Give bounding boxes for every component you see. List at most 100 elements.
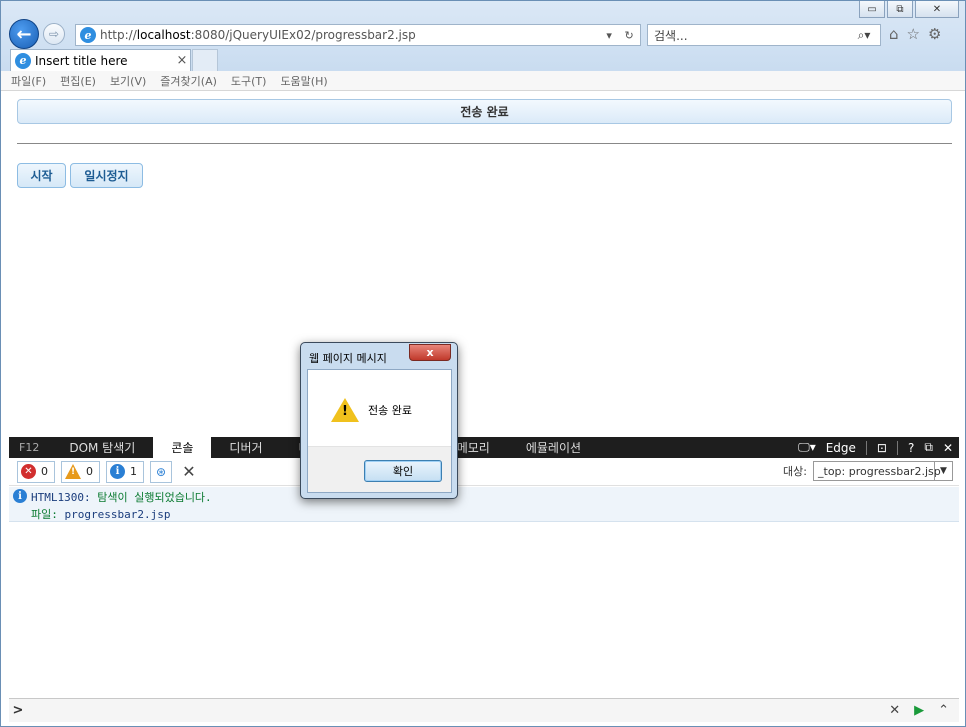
close-window-button[interactable]: ✕ [915, 1, 959, 18]
window-controls: ▭ ⧉ ✕ [859, 1, 959, 18]
page-content: 전송 완료 시작 일시정지 [1, 92, 965, 437]
tab-dom-explorer[interactable]: DOM 탐색기 [51, 437, 153, 458]
tab-emulation[interactable]: 에뮬레이션 [508, 437, 599, 458]
console-prompt: > [12, 703, 24, 718]
home-icon[interactable]: ⌂ [889, 25, 899, 43]
error-count: 0 [41, 465, 48, 478]
browser-right-icons: ⌂ ☆ ⚙ [889, 25, 941, 43]
devtools-tab-bar: F12 DOM 탐색기 콘솔 디버거 네트 일러 메모리 에뮬레이션 🖵▾ Ed… [9, 437, 959, 458]
forward-arrow-icon: ⇨ [48, 27, 60, 41]
dropdown-arrow-icon[interactable]: ▾ [606, 29, 612, 42]
menu-item-edit[interactable]: 편집(E) [60, 73, 96, 89]
expand-icon[interactable]: ⌃ [938, 703, 949, 718]
separator [865, 440, 867, 455]
console-input-bar[interactable]: > ✕ ▶ ⌃ [9, 698, 959, 722]
close-devtools-icon[interactable]: ✕ [943, 441, 953, 455]
clear-on-navigate-button[interactable]: ⊛ [150, 460, 172, 483]
console-input-actions: ✕ ▶ ⌃ [889, 703, 949, 718]
console-toggle-icon[interactable]: ⊡ [877, 441, 887, 455]
device-emulation-icon[interactable]: 🖵▾ [798, 440, 816, 455]
address-tools: ▾ ↻ [600, 29, 640, 42]
favorites-star-icon[interactable]: ☆ [907, 25, 920, 43]
address-bar[interactable]: e http://localhost:8080/jQueryUIEx02/pro… [75, 24, 641, 46]
run-icon[interactable]: ▶ [914, 703, 924, 718]
clear-on-navigate-icon: ⊛ [155, 464, 167, 479]
devtools-right-controls: 🖵▾ Edge ⊡ ? ⧉ ✕ [798, 437, 953, 458]
console-message-line: HTML1300: 탐색이 실행되었습니다. [31, 489, 212, 505]
url-path: :8080/jQueryUIEx02/progressbar2.jsp [190, 28, 416, 42]
clear-input-icon[interactable]: ✕ [889, 703, 900, 718]
divider [17, 143, 952, 144]
browser-window: ▭ ⧉ ✕ ← ⇨ e http://localhost:8080/jQuery… [0, 0, 966, 727]
forward-button[interactable]: ⇨ [43, 23, 65, 45]
menu-item-help[interactable]: 도움말(H) [280, 73, 327, 89]
undock-icon[interactable]: ⧉ [924, 440, 933, 455]
info-filter-button[interactable]: i 1 [106, 460, 144, 483]
console-message: i HTML1300: 탐색이 실행되었습니다. 파일: progressbar… [9, 487, 959, 522]
target-value: _top: progressbar2.jsp [818, 464, 941, 478]
dialog-close-button[interactable]: x [409, 344, 451, 361]
tab-ie-icon: e [15, 52, 31, 69]
search-input[interactable]: 검색... [654, 27, 848, 44]
file-label: 파일: [31, 508, 58, 521]
start-button[interactable]: 시작 [17, 163, 66, 188]
dialog-message: 전송 완료 [368, 404, 412, 417]
tab-title: Insert title here [35, 53, 128, 68]
minimize-button[interactable]: ▭ [859, 1, 885, 18]
progress-label: 전송 완료 [460, 105, 509, 119]
url-host: localhost [136, 28, 191, 42]
navigation-buttons: ← ⇨ [9, 19, 65, 49]
restore-button[interactable]: ⧉ [887, 1, 913, 18]
message-code: HTML1300: [31, 491, 91, 504]
pause-button[interactable]: 일시정지 [70, 163, 143, 188]
browser-chrome: ▭ ⧉ ✕ ← ⇨ e http://localhost:8080/jQuery… [1, 1, 965, 71]
alert-dialog: 웹 페이지 메시지 x ! 전송 완료 확인 [300, 342, 458, 499]
url-scheme: http:// [100, 28, 137, 42]
info-count: 1 [130, 465, 137, 478]
dialog-title: 웹 페이지 메시지 [309, 352, 387, 365]
tab-close-icon[interactable]: × [174, 53, 190, 68]
menu-bar: 파일(F) 편집(E) 보기(V) 즐겨찾기(A) 도구(T) 도움말(H) [1, 71, 965, 91]
browser-tab[interactable]: e Insert title here × [10, 49, 191, 71]
menu-item-tools[interactable]: 도구(T) [231, 73, 267, 89]
message-text: 탐색이 실행되었습니다. [97, 491, 212, 504]
tab-debugger[interactable]: 디버거 [211, 437, 280, 458]
console-file-line: 파일: progressbar2.jsp [31, 506, 170, 522]
menu-item-view[interactable]: 보기(V) [110, 73, 146, 89]
help-icon[interactable]: ? [908, 441, 914, 455]
target-dropdown[interactable]: _top: progressbar2.jsp ▼ [813, 461, 953, 481]
tab-console[interactable]: 콘솔 [153, 437, 212, 458]
info-icon: i [110, 464, 125, 479]
console-toolbar: ✕ 0 ! 0 i 1 ⊛ ✕ 대상: _top: progressbar2.j… [9, 458, 959, 486]
menu-item-favorites[interactable]: 즐겨찾기(A) [160, 73, 217, 89]
url-text[interactable]: http://localhost:8080/jQueryUIEx02/progr… [100, 28, 600, 42]
warning-filter-button[interactable]: ! 0 [61, 460, 100, 483]
warning-icon: ! [331, 398, 359, 422]
warning-count: 0 [86, 465, 93, 478]
clear-console-button[interactable]: ✕ [178, 461, 200, 483]
dialog-footer: 확인 [308, 446, 451, 492]
target-selector: 대상: _top: progressbar2.jsp ▼ [783, 461, 953, 481]
target-label: 대상: [783, 465, 807, 478]
new-tab-button[interactable] [192, 49, 218, 71]
ok-button[interactable]: 확인 [364, 460, 442, 482]
search-icon[interactable]: ⌕▾ [848, 28, 880, 43]
separator [896, 440, 898, 455]
error-icon: ✕ [21, 464, 36, 479]
ie-page-icon: e [80, 27, 96, 43]
chevron-down-icon[interactable]: ▼ [934, 462, 952, 480]
error-filter-button[interactable]: ✕ 0 [17, 460, 55, 483]
refresh-icon[interactable]: ↻ [624, 29, 633, 42]
back-button[interactable]: ← [9, 19, 39, 49]
file-link[interactable]: progressbar2.jsp [65, 508, 171, 521]
search-box[interactable]: 검색... ⌕▾ [647, 24, 881, 46]
menu-item-file[interactable]: 파일(F) [11, 73, 46, 89]
dialog-body: ! 전송 완료 확인 [307, 369, 452, 493]
gear-icon[interactable]: ⚙ [928, 25, 941, 43]
warning-icon: ! [65, 464, 81, 479]
devtools-f12-label: F12 [19, 441, 40, 454]
console-output-area [9, 522, 959, 698]
progress-bar: 전송 완료 [17, 99, 952, 124]
edge-mode-label[interactable]: Edge [826, 441, 856, 455]
clear-x-icon: ✕ [182, 462, 196, 481]
